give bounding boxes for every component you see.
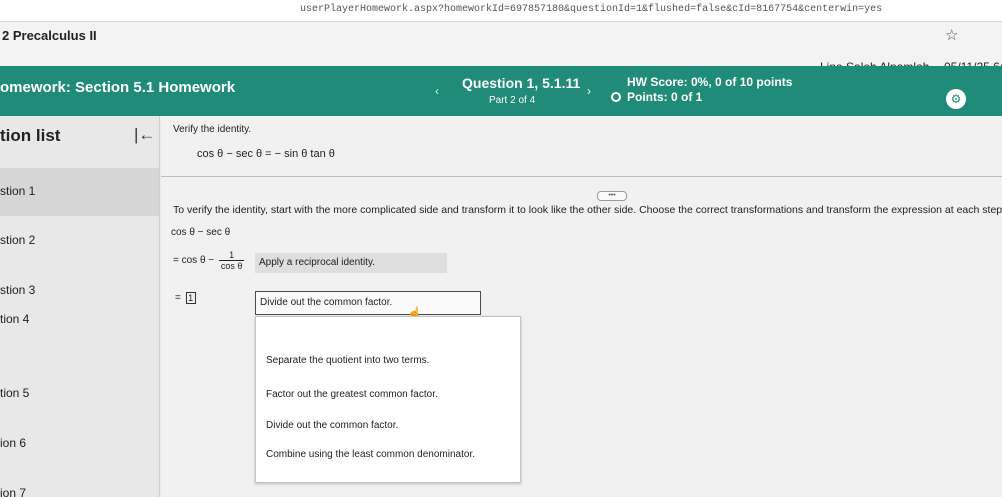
- course-bar: 2 Precalculus II ☆ Lina Saleh Alnamlah 0…: [0, 22, 1002, 74]
- question-panel: Verify the identity. cos θ − sec θ = − s…: [161, 116, 1002, 497]
- question-list-sidebar: tion list |← stion 1 stion 2 stion 3 tio…: [0, 116, 160, 497]
- step-2-expression: = 1: [175, 292, 196, 304]
- step-1-reason-select[interactable]: Apply a reciprocal identity.: [255, 253, 447, 273]
- dropdown-option[interactable]: Factor out the greatest common factor.: [266, 389, 438, 400]
- dropdown-option[interactable]: Combine using the least common denominat…: [266, 449, 475, 460]
- step-2-answer-box[interactable]: 1: [185, 292, 196, 304]
- prompt-text: Verify the identity.: [173, 124, 252, 135]
- sidebar-item-question-7[interactable]: ion 7: [0, 470, 159, 497]
- fraction-numerator: 1: [218, 250, 245, 261]
- step-1-fraction: 1 cos θ: [218, 250, 245, 271]
- step-2-reason-select[interactable]: Divide out the common factor.: [255, 291, 481, 315]
- homework-header: omework: Section 5.1 Homework ‹ Question…: [0, 66, 1002, 116]
- step-1-lhs: = cos θ −: [173, 255, 215, 267]
- reason-dropdown-menu: Separate the quotient into two terms. Fa…: [255, 316, 521, 483]
- settings-icon[interactable]: ⚙: [946, 89, 966, 109]
- step-2-equals: =: [175, 292, 181, 304]
- homework-title: omework: Section 5.1 Homework: [0, 79, 236, 96]
- instructions-text: To verify the identity, start with the m…: [173, 204, 1002, 216]
- more-button[interactable]: •••: [597, 191, 627, 201]
- sidebar-item-question-4[interactable]: tion 4: [0, 296, 159, 344]
- step-1-expression: = cos θ − 1 cos θ: [173, 250, 245, 271]
- sidebar-title: tion list: [0, 126, 61, 145]
- identity-expression: cos θ − sec θ = − sin θ tan θ: [197, 148, 335, 160]
- sidebar-item-question-2[interactable]: stion 2: [0, 217, 159, 265]
- sidebar-item-question-6[interactable]: ion 6: [0, 420, 159, 468]
- star-icon[interactable]: ☆: [945, 26, 958, 44]
- sidebar-item-question-5[interactable]: tion 5: [0, 370, 159, 418]
- points-circle-icon: [611, 92, 621, 102]
- previous-question-icon[interactable]: ‹: [435, 84, 439, 98]
- browser-url-bar[interactable]: userPlayerHomework.aspx?homeworkId=69785…: [0, 0, 1002, 22]
- question-title: Question 1, 5.1.11: [462, 75, 581, 91]
- url-text: userPlayerHomework.aspx?homeworkId=69785…: [300, 4, 883, 15]
- question-part: Part 2 of 4: [489, 95, 536, 106]
- collapse-sidebar-icon[interactable]: |←: [134, 125, 155, 145]
- course-title[interactable]: 2 Precalculus II: [2, 28, 97, 43]
- points-text: Points: 0 of 1: [627, 90, 703, 104]
- start-expression: cos θ − sec θ: [171, 227, 231, 238]
- next-question-icon[interactable]: ›: [587, 84, 591, 98]
- dropdown-option[interactable]: Divide out the common factor.: [266, 420, 398, 431]
- sidebar-item-question-1[interactable]: stion 1: [0, 168, 159, 216]
- divider: [161, 176, 1002, 177]
- hw-score: HW Score: 0%, 0 of 10 points: [627, 75, 793, 89]
- dropdown-option[interactable]: Separate the quotient into two terms.: [266, 355, 429, 366]
- fraction-denominator: cos θ: [220, 261, 243, 271]
